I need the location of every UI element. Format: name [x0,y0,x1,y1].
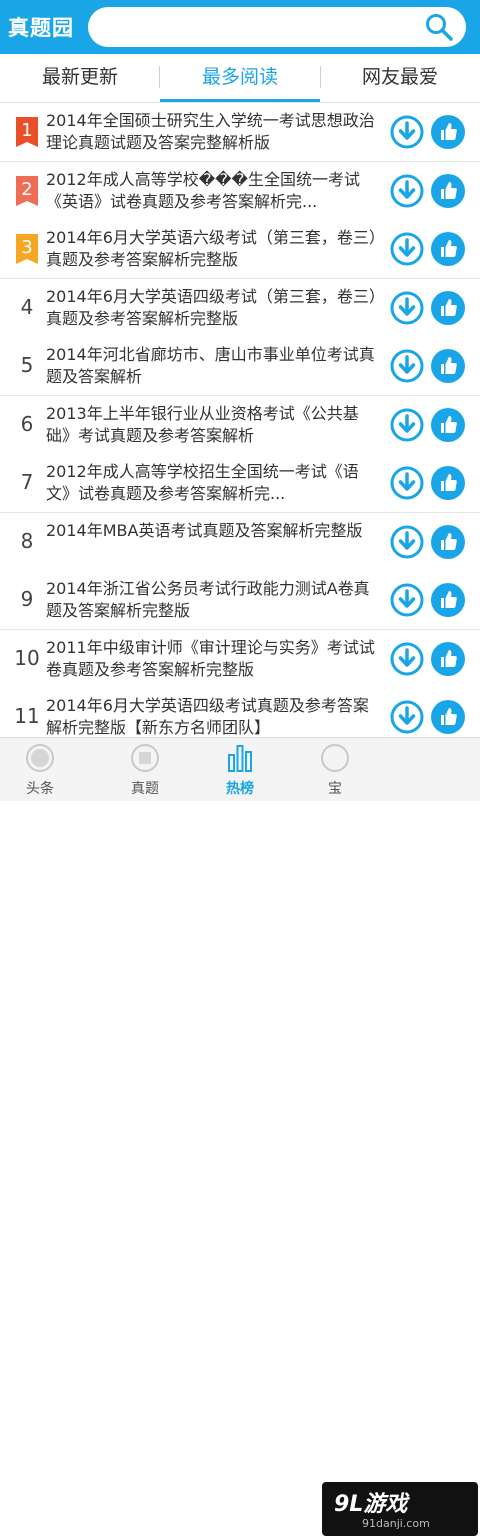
rank-number: 3 [21,237,33,258]
list-item[interactable]: 9 2014年浙江省公务员考试行政能力测试A卷真题及答案解析完整版 [0,571,480,630]
tab-most-read[interactable]: 最多阅读 [160,54,320,100]
download-icon[interactable] [390,291,424,325]
nav-label: 热榜 [226,781,254,797]
tab-favorites[interactable]: 网友最爱 [320,54,480,100]
download-icon[interactable] [390,115,424,149]
thumbs-up-icon[interactable] [431,466,465,500]
nav-label: 宝 [328,781,342,797]
item-title: 2014年6月大学英语四级考试（第三套，卷三）真题及参考答案解析完整版 [46,286,377,328]
watermark-logo: 9L游戏 91danji.com [322,1482,478,1536]
item-title: 2014年6月大学英语四级考试真题及参考答案解析完整版【新东方名师团队】 [46,696,369,737]
list-item[interactable]: 3 2014年6月大学英语六级考试（第三套，卷三）真题及参考答案解析完整版 [0,220,480,279]
list-item[interactable]: 10 2011年中级审计师《审计理论与实务》考试试卷真题及参考答案解析完整版 [0,629,480,689]
item-title: 2011年中级审计师《审计理论与实务》考试试卷真题及参考答案解析完整版 [46,637,375,679]
watermark-url: 91danji.com [362,1517,430,1530]
tab-latest[interactable]: 最新更新 [0,54,160,100]
item-title: 2014年河北省廊坊市、唐山市事业单位考试真题及答案解析 [46,345,375,386]
tab-active-indicator [160,99,320,102]
download-icon[interactable] [390,642,424,676]
item-title: 2012年成人高等学校���生全国统一考试《英语》试卷真题及参考答案解析完... [46,169,360,211]
thumbs-up-icon[interactable] [431,583,465,617]
download-icon[interactable] [390,232,424,266]
thumbs-up-icon[interactable] [431,349,465,383]
rank-number: 7 [20,470,34,494]
nav-exams[interactable]: 真题 [105,738,185,801]
item-title: 2013年上半年银行业从业资格考试《公共基础》考试真题及参考答案解析 [46,403,359,445]
list-item[interactable]: 4 2014年6月大学英语四级考试（第三套，卷三）真题及参考答案解析完整版 [0,278,480,338]
app-title: 真题园 [8,16,74,40]
nav-label: 真题 [131,781,159,797]
app-header: 真题园 [0,0,480,54]
download-icon[interactable] [390,700,424,734]
item-title: 2014年MBA英语考试真题及答案解析完整版 [46,520,363,540]
news-icon [26,744,54,772]
thumbs-up-icon[interactable] [431,641,465,676]
tab-bar: 最新更新 最多阅读 网友最爱 [0,54,480,103]
thumbs-up-icon[interactable] [431,232,465,266]
download-icon[interactable] [390,466,424,500]
item-title: 2014年全国硕士研究生入学统一考试思想政治理论真题试题及答案完整解析版 [46,111,375,152]
thumbs-up-icon[interactable] [431,290,465,325]
item-title: 2012年成人高等学校招生全国统一考试《语文》试卷真题及参考答案解析完... [46,462,359,503]
rank-number: 6 [20,411,34,436]
bottom-nav: 头条 真题 热榜 宝 9L游戏 91danji.com [0,737,480,1536]
rank-number: 10 [14,645,40,670]
thumbs-up-icon[interactable] [431,407,465,442]
thumbs-up-icon[interactable] [431,524,465,559]
list-item[interactable]: 8 2014年MBA英语考试真题及答案解析完整版 [0,512,480,572]
list-item[interactable]: 11 2014年6月大学英语四级考试真题及参考答案解析完整版【新东方名师团队】 [0,688,480,737]
nav-hot-list[interactable]: 热榜 [200,738,280,801]
download-icon[interactable] [390,583,424,617]
treasure-icon [321,744,349,772]
rank-number: 5 [20,353,34,377]
rank-number: 4 [20,294,34,319]
item-title: 2014年浙江省公务员考试行政能力测试A卷真题及答案解析完整版 [46,579,370,620]
rank-number: 9 [20,587,34,611]
item-title: 2014年6月大学英语六级考试（第三套，卷三）真题及参考答案解析完整版 [46,228,377,269]
list-item[interactable]: 6 2013年上半年银行业从业资格考试《公共基础》考试真题及参考答案解析 [0,395,480,455]
download-icon[interactable] [390,525,424,559]
download-icon[interactable] [390,408,424,442]
download-icon[interactable] [390,349,424,383]
search-icon[interactable] [424,12,454,42]
list-item[interactable]: 7 2012年成人高等学校招生全国统一考试《语文》试卷真题及参考答案解析完... [0,454,480,513]
chart-icon [228,745,252,772]
download-icon[interactable] [390,174,424,208]
rank-number: 11 [14,704,40,728]
watermark-text: 9L游戏 [334,1492,408,1517]
search-input[interactable] [88,7,466,47]
rank-number: 8 [20,528,34,553]
list-item[interactable]: 5 2014年河北省廊坊市、唐山市事业单位考试真题及答案解析 [0,337,480,396]
thumbs-up-icon[interactable] [431,115,465,149]
thumbs-up-icon[interactable] [431,700,465,734]
exam-icon [131,744,159,772]
rank-number: 1 [21,120,33,141]
rank-badge: 3 [16,234,38,264]
list-item[interactable]: 2 2012年成人高等学校���生全国统一考试《英语》试卷真题及参考答案解析完..… [0,161,480,221]
rank-number: 2 [21,178,33,200]
rank-badge: 1 [16,117,38,147]
thumbs-up-icon[interactable] [431,173,465,208]
ranking-list[interactable]: 1 2014年全国硕士研究生入学统一考试思想政治理论真题试题及答案完整解析版 22… [0,103,480,737]
nav-label: 头条 [26,781,54,797]
rank-badge: 2 [16,175,38,206]
nav-headlines[interactable]: 头条 [0,738,80,801]
nav-treasure[interactable]: 宝 [295,738,375,801]
list-item[interactable]: 1 2014年全国硕士研究生入学统一考试思想政治理论真题试题及答案完整解析版 [0,103,480,162]
